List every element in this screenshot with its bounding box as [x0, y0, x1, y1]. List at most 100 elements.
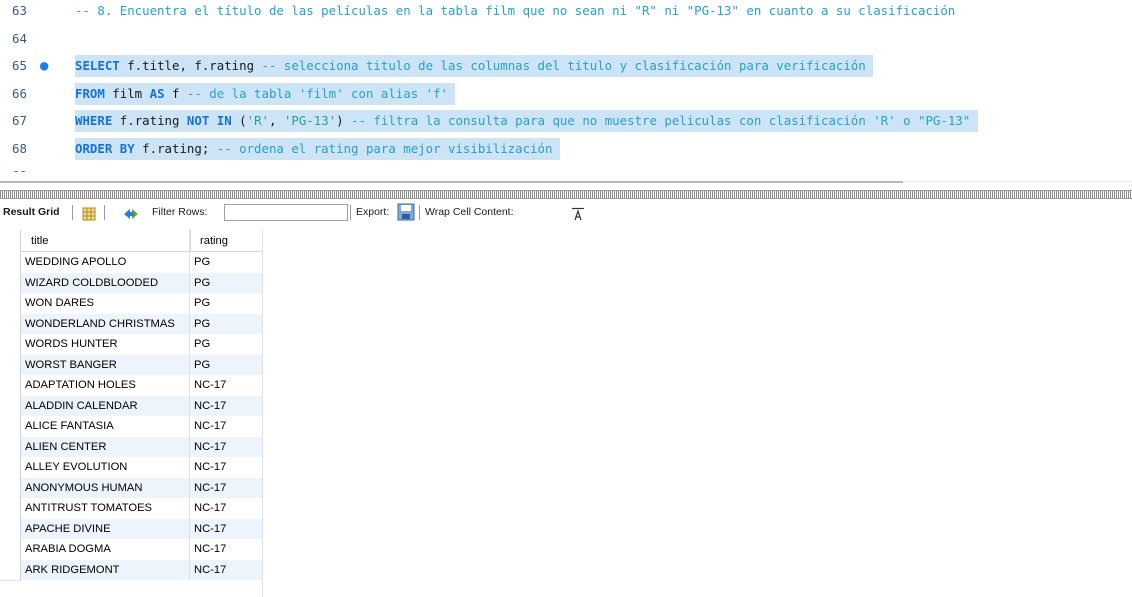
- toolbar-divider: [350, 205, 351, 220]
- row-header[interactable]: [0, 334, 21, 356]
- result-grid[interactable]: title rating WEDDING APOLLO PG WIZARD COLD…: [0, 230, 262, 581]
- cell-rating[interactable]: PG: [190, 334, 262, 355]
- line-number: 66: [12, 85, 27, 101]
- code-token-kw: FROM: [75, 85, 105, 101]
- grid-view-icon[interactable]: [82, 205, 96, 221]
- cell-title[interactable]: ARABIA DOGMA: [21, 539, 190, 560]
- cell-title[interactable]: ALIEN CENTER: [21, 436, 190, 457]
- table-row[interactable]: WONDERLAND CHRISTMAS PG: [0, 313, 262, 335]
- cell-title[interactable]: ARK RIDGEMONT: [21, 559, 190, 580]
- code-line[interactable]: 65 ● SELECT f.title, f.rating -- seleccion…: [0, 55, 1132, 77]
- cell-title[interactable]: WIZARD COLDBLOODED: [21, 272, 190, 293]
- export-label: Export:: [356, 206, 390, 218]
- row-header[interactable]: [0, 313, 21, 335]
- cell-rating[interactable]: NC-17: [190, 559, 262, 580]
- row-header[interactable]: [0, 293, 21, 315]
- cell-rating[interactable]: NC-17: [190, 395, 262, 416]
- line-number: 63: [12, 3, 27, 18]
- toolbar-divider: [419, 205, 420, 220]
- code-token-kw: ORDER BY: [75, 140, 135, 156]
- table-row[interactable]: ALIEN CENTER NC-17: [0, 436, 262, 458]
- result-grid-tab[interactable]: Result Grid: [3, 199, 60, 225]
- column-header-title[interactable]: title: [21, 230, 190, 252]
- code-token-comment: -- filtra la consulta para que no muestr…: [351, 113, 971, 128]
- cell-rating[interactable]: NC-17: [190, 518, 262, 539]
- filter-rows-label: Filter Rows:: [152, 206, 208, 218]
- cell-title[interactable]: WORDS HUNTER: [21, 334, 190, 355]
- row-header[interactable]: [0, 518, 21, 540]
- cell-rating[interactable]: PG: [190, 272, 262, 293]
- table-row[interactable]: ALICE FANTASIA NC-17: [0, 416, 262, 438]
- row-header[interactable]: [0, 395, 21, 417]
- row-header[interactable]: [0, 416, 21, 438]
- row-header[interactable]: [0, 498, 21, 520]
- code-line[interactable]: 67 WHERE f.rating NOT IN ('R', 'PG-13') -…: [0, 110, 1132, 132]
- code-line[interactable]: 63 -- 8. Encuentra el título de las pelíc…: [0, 0, 1132, 22]
- code-text: FROM film AS f -- de la tabla 'film' con…: [75, 82, 456, 105]
- row-header[interactable]: [0, 559, 21, 581]
- cell-title[interactable]: ANTITRUST TOMATOES: [21, 498, 190, 519]
- row-header[interactable]: [0, 457, 21, 479]
- row-header[interactable]: [0, 539, 21, 561]
- cell-title[interactable]: ANONYMOUS HUMAN: [21, 477, 190, 498]
- table-row[interactable]: ARABIA DOGMA NC-17: [0, 539, 262, 561]
- code-line[interactable]: 68 ORDER BY f.rating; -- ordena el rating…: [0, 137, 1132, 160]
- table-row[interactable]: WIZARD COLDBLOODED PG: [0, 272, 262, 294]
- cell-title[interactable]: ALICE FANTASIA: [21, 416, 190, 437]
- cell-rating[interactable]: NC-17: [190, 477, 262, 498]
- wrap-text-icon[interactable]: [571, 205, 585, 221]
- table-row[interactable]: ANONYMOUS HUMAN NC-17: [0, 477, 262, 499]
- cell-rating[interactable]: NC-17: [190, 416, 262, 437]
- cell-rating[interactable]: NC-17: [190, 375, 262, 396]
- column-header-rating[interactable]: rating: [190, 230, 262, 252]
- filter-rows-input[interactable]: [224, 204, 348, 221]
- table-row[interactable]: WON DARES PG: [0, 293, 262, 315]
- table-row[interactable]: WEDDING APOLLO PG: [0, 252, 262, 274]
- code-token-id: (: [231, 113, 247, 128]
- row-header[interactable]: [0, 436, 21, 458]
- cell-title[interactable]: ALLEY EVOLUTION: [21, 457, 190, 478]
- cell-title[interactable]: WONDERLAND CHRISTMAS: [21, 313, 190, 334]
- table-row[interactable]: ALLEY EVOLUTION NC-17: [0, 457, 262, 479]
- cell-title[interactable]: WEDDING APOLLO: [21, 252, 190, 273]
- table-row[interactable]: WORST BANGER PG: [0, 354, 262, 376]
- cell-rating[interactable]: NC-17: [190, 457, 262, 478]
- cell-title[interactable]: WON DARES: [21, 293, 190, 314]
- table-row[interactable]: ANTITRUST TOMATOES NC-17: [0, 498, 262, 520]
- row-header[interactable]: [0, 375, 21, 397]
- result-toolbar: Result Grid Filter Rows: Export: Wrap Ce…: [0, 199, 1132, 225]
- panel-splitter[interactable]: [0, 190, 1132, 199]
- cell-title[interactable]: ALADDIN CALENDAR: [21, 395, 190, 416]
- cell-title[interactable]: WORST BANGER: [21, 354, 190, 375]
- table-row[interactable]: ALADDIN CALENDAR NC-17: [0, 395, 262, 417]
- cell-rating[interactable]: PG: [190, 354, 262, 375]
- code-line[interactable]: 69: [0, 165, 1132, 172]
- cell-rating[interactable]: NC-17: [190, 498, 262, 519]
- cell-rating[interactable]: PG: [190, 293, 262, 314]
- code-token-id: f.title, f.rating: [119, 58, 262, 73]
- cell-rating[interactable]: PG: [190, 252, 262, 273]
- cell-rating[interactable]: PG: [190, 313, 262, 334]
- row-header[interactable]: [0, 354, 21, 376]
- code-line[interactable]: 66 FROM film AS f -- de la tabla 'film' c…: [0, 82, 1132, 105]
- cell-rating[interactable]: NC-17: [190, 539, 262, 560]
- refresh-arrows-icon[interactable]: [122, 205, 140, 219]
- table-row[interactable]: ADAPTATION HOLES NC-17: [0, 375, 262, 397]
- editor-horizontal-scrollbar[interactable]: [0, 181, 903, 183]
- row-header[interactable]: [0, 272, 21, 294]
- export-save-icon[interactable]: [397, 203, 415, 221]
- row-header[interactable]: [0, 477, 21, 499]
- table-row[interactable]: ARK RIDGEMONT NC-17: [0, 559, 262, 581]
- code-token-str: 'R': [246, 113, 269, 128]
- code-line[interactable]: 64: [0, 28, 1132, 50]
- cell-title[interactable]: APACHE DIVINE: [21, 518, 190, 539]
- code-token-str: 'PG-13': [283, 113, 337, 128]
- table-row[interactable]: APACHE DIVINE NC-17: [0, 518, 262, 540]
- cell-rating[interactable]: NC-17: [190, 436, 262, 457]
- table-row[interactable]: WORDS HUNTER PG: [0, 334, 262, 356]
- row-header[interactable]: [0, 252, 21, 274]
- sql-editor[interactable]: 63 -- 8. Encuentra el título de las pelíc…: [0, 0, 1132, 172]
- cell-title[interactable]: ADAPTATION HOLES: [21, 375, 190, 396]
- editor-scroll-track: [903, 181, 1132, 182]
- code-token-id: film: [104, 85, 150, 101]
